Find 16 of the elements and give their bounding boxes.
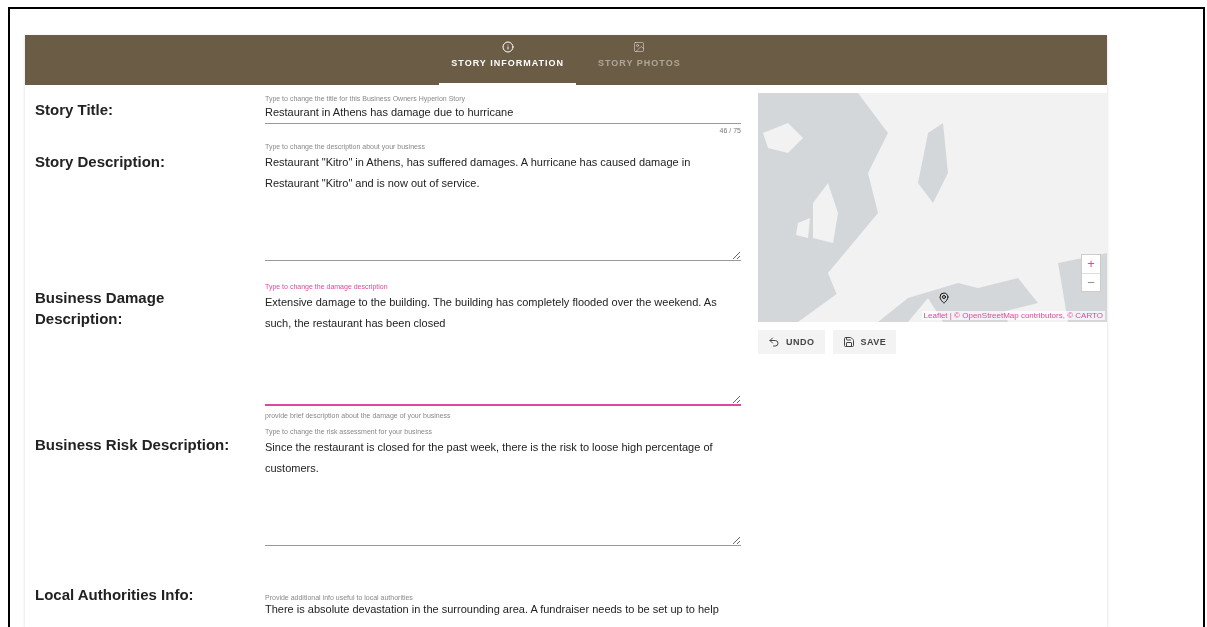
undo-icon	[768, 336, 780, 348]
field-label: Local Authorities Info:	[35, 585, 195, 605]
map-attribution: Leaflet | © OpenStreetMap contributors, © CARTO	[921, 311, 1105, 320]
save-button[interactable]: SAVE	[832, 330, 897, 354]
field-label: Story Title:	[35, 100, 115, 120]
image-icon	[633, 41, 646, 53]
field-label: Story Description:	[35, 152, 167, 172]
save-icon	[842, 336, 855, 348]
field-label: Business Risk Description:	[35, 435, 231, 455]
info-icon	[501, 41, 514, 53]
marker-icon[interactable]	[938, 292, 950, 304]
tab[interactable]: STORY INFORMATION	[439, 35, 576, 85]
map[interactable]: + − Leaflet | © OpenStreetMap contributors, © CARTO	[758, 93, 1107, 322]
field-value: There is absolute devastation in the surrounding area. A fundraiser needs to be set up to help	[265, 603, 720, 615]
undo-button[interactable]: UNDO	[758, 330, 825, 354]
field-label: Business Damage Description:	[35, 288, 166, 329]
